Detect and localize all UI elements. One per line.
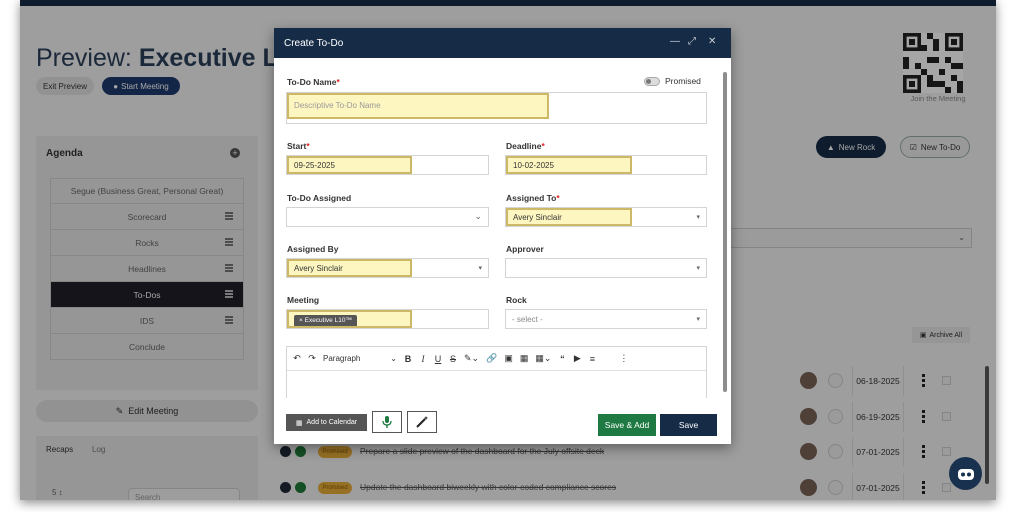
dialog-body: To-Do Name* Promised Descriptive To-Do N… (274, 58, 723, 398)
magic-wand-icon (416, 416, 428, 428)
deadline-date-input[interactable]: 10-02-2025 (505, 155, 707, 175)
promised-toggle[interactable] (644, 77, 660, 86)
deadline-label: Deadline* (506, 141, 545, 151)
robot-icon (957, 468, 974, 480)
bold-icon[interactable]: B (404, 354, 412, 364)
insert-image-icon[interactable]: ▦ (520, 353, 529, 364)
dialog-title: Create To-Do (284, 37, 344, 49)
strikethrough-icon[interactable]: S (449, 354, 457, 364)
start-date-input[interactable]: 09-25-2025 (286, 155, 489, 175)
create-todo-dialog: Create To-Do — ⤢ ✕ To-Do Name* Promised … (274, 28, 731, 444)
caret-down-icon: ▾ (696, 265, 700, 272)
add-to-calendar-button[interactable]: ▦ Add to Calendar (286, 414, 367, 431)
editor-toolbar: ↶ ↷ Paragraph ⌄ B I U S ✎⌄ 🔗 ▣ ▦ ▦⌄ “ ▶ … (287, 347, 706, 371)
table-icon[interactable]: ▦⌄ (535, 353, 551, 364)
chevron-down-icon: ⌄ (474, 211, 482, 221)
todo-name-input[interactable]: Descriptive To-Do Name (286, 92, 707, 124)
italic-icon[interactable]: I (419, 354, 427, 364)
ai-assist-button[interactable] (407, 411, 437, 433)
quote-icon[interactable]: “ (558, 354, 566, 364)
dialog-scrollbar-thumb[interactable] (723, 72, 727, 392)
meeting-chip[interactable]: × Executive L10™ (294, 315, 357, 326)
approver-label: Approver (506, 244, 544, 254)
dialog-header: Create To-Do — ⤢ ✕ (274, 28, 731, 58)
assigned-by-label: Assigned By (287, 244, 339, 254)
description-editor[interactable]: ↶ ↷ Paragraph ⌄ B I U S ✎⌄ 🔗 ▣ ▦ ▦⌄ “ ▶ … (286, 346, 707, 398)
assigned-by-value: Avery Sinclair (287, 259, 412, 277)
todo-name-placeholder: Descriptive To-Do Name (287, 93, 549, 119)
undo-icon[interactable]: ↶ (293, 353, 301, 364)
close-icon[interactable]: ✕ (708, 36, 716, 47)
rock-label: Rock (506, 295, 527, 305)
meeting-label: Meeting (287, 295, 320, 305)
promised-label: Promised (665, 76, 701, 86)
link-icon[interactable]: 🔗 (486, 353, 497, 364)
caret-down-icon: ▾ (696, 316, 700, 323)
todo-assigned-select[interactable]: ⌄ (286, 207, 489, 227)
dialog-scrollbar[interactable] (723, 64, 727, 402)
start-date-value: 09-25-2025 (287, 156, 412, 174)
caret-down-icon: ▾ (696, 214, 700, 221)
approver-select[interactable]: ▾ (505, 258, 707, 278)
more-options-icon[interactable]: ⋮ (619, 353, 628, 364)
assigned-to-label: Assigned To* (506, 193, 560, 203)
assigned-by-select[interactable]: Avery Sinclair ▾ (286, 258, 489, 278)
redo-icon[interactable]: ↷ (308, 353, 316, 364)
deadline-date-value: 10-02-2025 (506, 156, 632, 174)
meeting-value-box: × Executive L10™ (287, 310, 412, 328)
minimize-icon[interactable]: — (670, 36, 680, 47)
media-icon[interactable]: ▶ (573, 353, 581, 364)
voice-input-button[interactable] (372, 411, 402, 433)
save-and-add-button[interactable]: Save & Add (598, 414, 656, 436)
list-icon[interactable]: ≡ (588, 354, 596, 364)
microphone-icon (382, 416, 392, 428)
caret-down-icon: ▾ (478, 265, 482, 272)
save-button[interactable]: Save (660, 414, 717, 436)
highlight-icon[interactable]: ✎⌄ (464, 353, 479, 364)
todo-assigned-label: To-Do Assigned (287, 193, 352, 203)
expand-icon[interactable]: ⤢ (688, 36, 696, 47)
assigned-to-select[interactable]: Avery Sinclair ▾ (505, 207, 707, 227)
paragraph-select[interactable]: Paragraph ⌄ (323, 354, 397, 363)
start-label: Start* (287, 141, 310, 151)
rock-placeholder: - select - (512, 315, 543, 324)
underline-icon[interactable]: U (434, 354, 442, 364)
todo-name-label: To-Do Name* (287, 77, 340, 87)
chatbot-button[interactable] (949, 457, 982, 490)
dialog-footer: ▦ Add to Calendar Save & Add Save (274, 404, 731, 444)
assigned-to-value: Avery Sinclair (506, 208, 632, 226)
rock-select[interactable]: - select - ▾ (505, 309, 707, 329)
meeting-select[interactable]: × Executive L10™ (286, 309, 489, 329)
calendar-icon: ▦ (295, 419, 303, 427)
image-icon[interactable]: ▣ (504, 353, 513, 364)
